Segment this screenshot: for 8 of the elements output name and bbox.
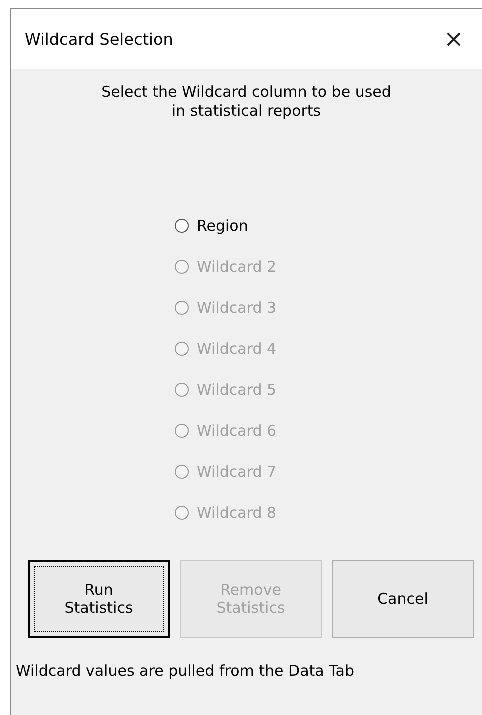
instruction-text: Select the Wildcard column to be used in statistical reports — [100, 83, 392, 120]
dialog-button[interactable]: Run Statistics — [28, 560, 170, 638]
close-button[interactable]: × — [440, 27, 468, 51]
radio-button[interactable] — [175, 218, 189, 232]
window-title: Wildcard Selection — [25, 30, 174, 48]
dialog-button[interactable]: Cancel — [332, 560, 474, 638]
radio-option[interactable]: Region — [175, 214, 482, 236]
footer-note: Wildcard values are pulled from the Data Tab — [16, 662, 356, 680]
